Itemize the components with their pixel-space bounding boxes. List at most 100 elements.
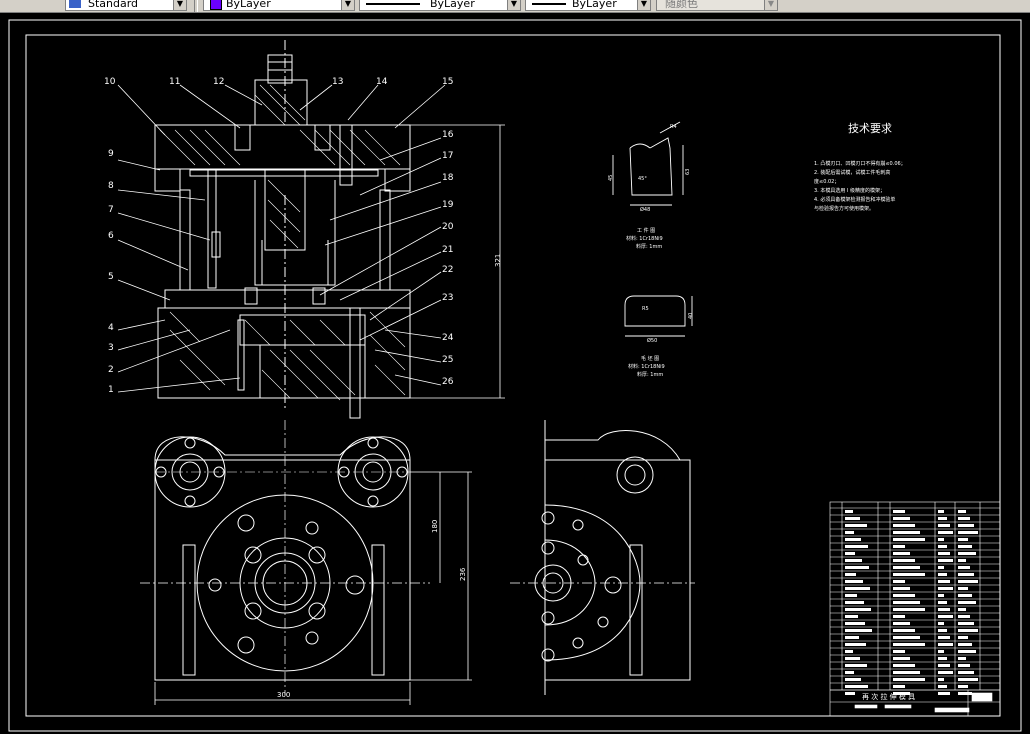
chevron-down-icon[interactable]: ▼ [341, 0, 354, 10]
parts-list-cell-text [958, 524, 974, 527]
color-dropdown[interactable]: ByLayer ▼ [203, 0, 355, 11]
part-number-20: 20 [442, 222, 454, 232]
parts-list-cell-text [845, 657, 860, 660]
parts-list-cell-text [893, 552, 910, 555]
parts-list-cell-text [845, 552, 855, 555]
parts-list-cell-text [893, 615, 905, 618]
parts-list-cell-text [893, 538, 925, 541]
parts-list-cell-text [845, 538, 861, 541]
blank-caption: 毛 坯 图 [641, 355, 659, 362]
lineweight-dropdown[interactable]: ByLayer ▼ [525, 0, 651, 11]
parts-list-cell-text [893, 510, 905, 513]
parts-list-cell-text [893, 531, 920, 534]
parts-list-cell-text [958, 636, 968, 639]
parts-list-cell-text [845, 510, 853, 513]
parts-list-cell-text [958, 671, 974, 674]
part-number-15: 15 [442, 77, 453, 87]
blank-material: 材料: 1Cr18Ni9 [628, 363, 665, 370]
part-number-3: 3 [108, 343, 114, 353]
linetype-swatch [366, 3, 420, 5]
parts-list-cell-text [893, 657, 910, 660]
parts-list-cell-text [938, 657, 947, 660]
chevron-down-icon[interactable]: ▼ [637, 0, 650, 10]
dim-depth1-value: 180 [431, 520, 439, 533]
part-h1: 45 [608, 175, 614, 181]
parts-list-cell-text [893, 587, 910, 590]
cad-drawing: 10 11 12 13 14 15 16 17 18 19 20 21 22 2… [8, 19, 1022, 732]
parts-list-cell-text [938, 580, 950, 583]
part-number-8: 8 [108, 181, 114, 191]
part-number-21: 21 [442, 245, 453, 255]
parts-list-cell-text [938, 601, 947, 604]
parts-list-cell-text [845, 615, 858, 618]
plotstyle-dropdown[interactable]: 随颜色 ▼ [656, 0, 778, 11]
part-number-14: 14 [376, 77, 388, 87]
parts-list-cell-text [893, 517, 910, 520]
tech-req-line-2: 2. 装配后需试模，试模工件毛刺高 [814, 169, 890, 176]
part-number-23: 23 [442, 293, 453, 303]
toolbar-divider [194, 0, 198, 12]
parts-list-cell-text [845, 685, 868, 688]
parts-list-cell-text [893, 671, 920, 674]
blank-r: R5 [642, 306, 649, 312]
part-number-9: 9 [108, 149, 114, 159]
parts-list-cell-text [845, 545, 868, 548]
linetype-value: ByLayer [430, 0, 475, 10]
parts-list-cell-text [938, 594, 944, 597]
textstyle-value: Standard [88, 0, 139, 10]
parts-list-cell-text [958, 643, 972, 646]
parts-list-cell-text [845, 608, 871, 611]
parts-list-cell-text [845, 636, 859, 639]
part-number-16: 16 [442, 130, 454, 140]
parts-list-cell-text [938, 629, 947, 632]
plan-dims: 300 180 236 [154, 471, 472, 705]
parts-list-cell-text [845, 601, 864, 604]
parts-list-cell-text [938, 566, 944, 569]
chevron-down-icon[interactable]: ▼ [507, 0, 520, 10]
chevron-down-icon[interactable]: ▼ [764, 0, 777, 10]
parts-list-cell-text [938, 636, 950, 639]
part-number-22: 22 [442, 265, 453, 275]
parts-list-cell-text [845, 594, 857, 597]
blank-thickness: 料厚: 1mm [637, 371, 663, 378]
parts-list-cell-text [938, 587, 953, 590]
parts-list-cell-text [893, 643, 925, 646]
parts-list-cell-text [893, 580, 905, 583]
part-number-24: 24 [442, 333, 454, 343]
parts-list-cell-text [958, 566, 970, 569]
dim-depth2-value: 236 [459, 567, 467, 581]
parts-list-cell-text [938, 545, 947, 548]
part-drawing: Ø48 45 63 R4 45° 工 件 图 材料: 1Cr18Ni9 料厚: … [608, 121, 691, 250]
parts-list-cell-text [958, 692, 972, 695]
parts-list-cell-text [938, 517, 947, 520]
part-number-19: 19 [442, 200, 454, 210]
parts-list-cell-text [938, 538, 944, 541]
drawing-canvas[interactable]: 10 11 12 13 14 15 16 17 18 19 20 21 22 2… [0, 13, 1030, 734]
parts-list-cell-text [845, 678, 861, 681]
tech-req-line-5: 4. 必须具备模架检测报告和冲模验单 [814, 196, 895, 203]
parts-list-cell-text [938, 615, 953, 618]
parts-list-cell-text [845, 573, 856, 576]
chevron-down-icon[interactable]: ▼ [173, 0, 186, 10]
part-number-11: 11 [169, 77, 180, 87]
parts-list-cell-text [958, 650, 976, 653]
part-thickness: 料厚: 1mm [636, 243, 662, 250]
parts-list-cell-text [938, 671, 953, 674]
parts-list-cell-text [938, 692, 950, 695]
lineweight-value: ByLayer [572, 0, 617, 10]
parts-list-cell-text [893, 594, 915, 597]
parts-list-cell-text [845, 566, 869, 569]
blank-d: Ø50 [647, 337, 657, 344]
parts-list-cell-text [958, 685, 968, 688]
parts-list-cell-text [845, 580, 863, 583]
part-number-1: 1 [108, 385, 114, 395]
part-number-4: 4 [108, 323, 114, 333]
parts-list-cell-text [958, 587, 968, 590]
textstyle-dropdown[interactable]: Standard ▼ [65, 0, 187, 11]
properties-toolbar: Standard ▼ ByLayer ▼ ByLayer ▼ ByLayer ▼… [0, 0, 1030, 13]
parts-list-cell-text [893, 566, 920, 569]
title-block: 再 次 拉 伸 模 具 [829, 501, 1001, 717]
part-number-5: 5 [108, 272, 114, 282]
linetype-dropdown[interactable]: ByLayer ▼ [359, 0, 521, 11]
parts-list-cell-text [893, 685, 905, 688]
